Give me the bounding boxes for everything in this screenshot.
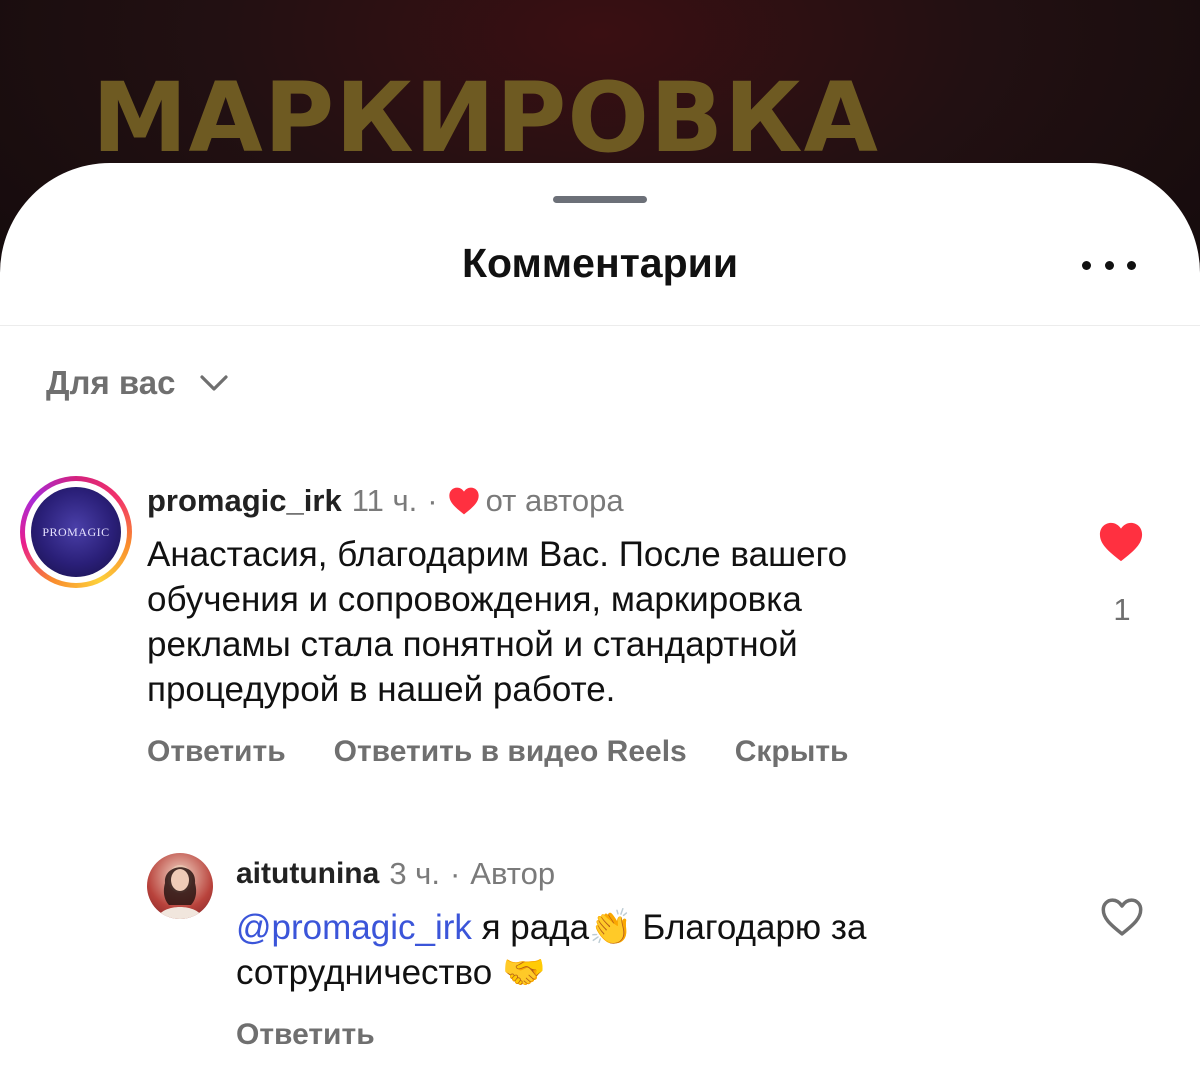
reply-username[interactable]: aitutunina <box>236 857 379 891</box>
reply-button[interactable]: Ответить <box>147 735 286 769</box>
reply-time: 3 ч. <box>389 856 440 891</box>
heart-filled-icon <box>448 486 480 516</box>
video-title-text: МАРКИРОВКА <box>92 62 879 174</box>
more-options-button[interactable] <box>1082 250 1136 280</box>
heart-filled-icon <box>1099 522 1143 562</box>
comment-meta: promagic_irk 11 ч. · от автора <box>147 481 624 521</box>
reply-with-reels-button[interactable]: Ответить в видео Reels <box>334 735 687 769</box>
avatar[interactable] <box>147 853 213 919</box>
handshake-emoji-icon: 🤝 <box>501 953 546 992</box>
sort-dropdown[interactable]: Для вас <box>46 364 229 402</box>
clapping-hands-emoji-icon: 👏 <box>589 908 633 947</box>
heart-outline-icon <box>1101 898 1143 936</box>
like-count: 1 <box>1113 592 1131 627</box>
meta-separator: · <box>427 483 438 518</box>
reply-meta: aitutunina 3 ч. · Автор <box>236 854 555 894</box>
sheet-grabber-handle[interactable] <box>553 196 647 203</box>
liked-by-author-label: от автора <box>485 483 624 518</box>
like-button[interactable] <box>1098 520 1144 564</box>
more-horizontal-icon <box>1082 260 1091 270</box>
avatar[interactable]: PROMAGIC <box>20 476 132 588</box>
more-horizontal-icon <box>1127 260 1136 270</box>
comment-actions: Ответить Ответить в видео Reels Скрыть <box>147 735 896 769</box>
reply-button[interactable]: Ответить <box>236 1018 375 1052</box>
sort-label: Для вас <box>46 364 176 401</box>
comment-username[interactable]: promagic_irk <box>147 483 342 519</box>
reply-text-part: я рада <box>471 908 590 947</box>
reply-text: @promagic_irk я рада👏 Благодарю за сотру… <box>236 905 1036 995</box>
like-button[interactable] <box>1100 896 1144 938</box>
avatar-logo-text: PROMAGIC <box>42 524 110 539</box>
header-divider <box>0 325 1200 326</box>
reply-actions: Ответить <box>236 1018 423 1052</box>
more-horizontal-icon <box>1104 260 1114 270</box>
hide-button[interactable]: Скрыть <box>735 735 849 769</box>
author-badge: Автор <box>470 856 556 891</box>
person-photo-icon <box>157 865 203 919</box>
sheet-title: Комментарии <box>461 240 739 286</box>
chevron-down-icon <box>200 375 229 391</box>
meta-separator: · <box>449 856 461 891</box>
comment-text: Анастасия, благодарим Вас. После вашего … <box>147 535 848 709</box>
mention-link[interactable]: @promagic_irk <box>236 908 472 947</box>
comment-time: 11 ч. <box>351 483 418 518</box>
